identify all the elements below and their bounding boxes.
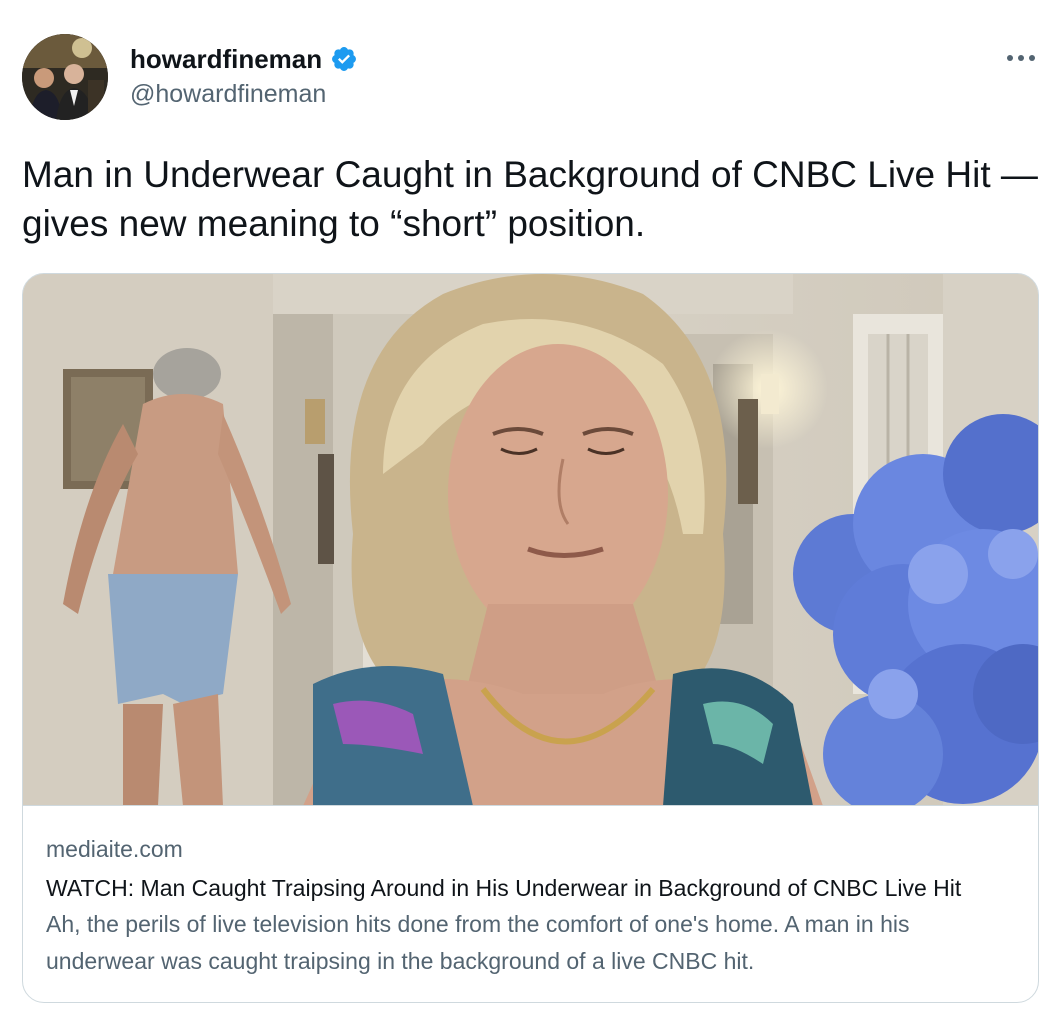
- author-info: howardfineman @howardfineman: [130, 42, 358, 109]
- tweet-text: Man in Underwear Caught in Background of…: [22, 154, 1038, 244]
- card-image: [23, 274, 1038, 806]
- more-horizontal-icon[interactable]: [1004, 48, 1038, 68]
- tweet: howardfineman @howardfineman Man in Unde…: [0, 0, 1058, 1024]
- card-meta: mediaite.com WATCH: Man Caught Traipsing…: [46, 832, 1016, 980]
- card-domain: mediaite.com: [46, 836, 183, 862]
- card-description: Ah, the perils of live television hits d…: [46, 911, 910, 974]
- handle[interactable]: @howardfineman: [130, 80, 358, 109]
- profile-photo: [22, 34, 108, 120]
- display-name[interactable]: howardfineman: [130, 44, 322, 75]
- card-title: WATCH: Man Caught Traipsing Around in Hi…: [46, 875, 962, 901]
- avatar[interactable]: [22, 34, 108, 120]
- verified-badge-icon: [330, 45, 358, 73]
- link-card[interactable]: mediaite.com WATCH: Man Caught Traipsing…: [22, 273, 1039, 1003]
- video-thumbnail: [23, 274, 1038, 805]
